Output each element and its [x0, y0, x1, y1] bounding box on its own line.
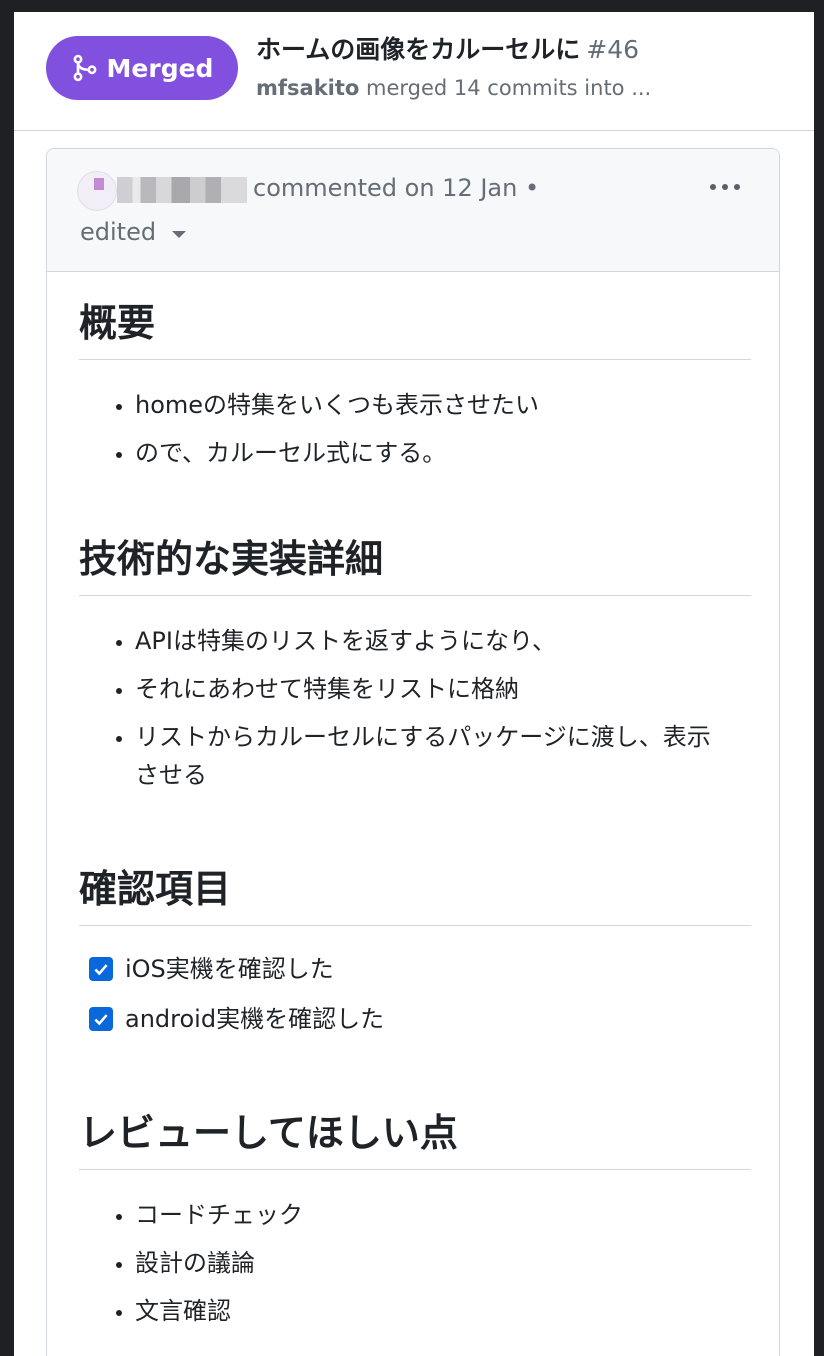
comment-timestamp[interactable]: commented on 12 Jan •: [253, 171, 539, 205]
kebab-horizontal-icon[interactable]: [705, 179, 745, 195]
list-item: ので、カルーセル式にする。: [135, 434, 751, 472]
comment-author-redacted[interactable]: [117, 177, 247, 203]
task-list-item: android実機を確認した: [89, 1000, 751, 1038]
git-merge-icon: [73, 54, 96, 82]
section-overview: 概要 homeの特集をいくつも表示させたい ので、カルーセル式にする。: [79, 297, 751, 482]
task-list: iOS実機を確認した android実機を確認した: [79, 950, 751, 1038]
list-item: APIは特集のリストを返すようになり、: [135, 622, 751, 660]
section-heading: 概要: [79, 297, 751, 360]
check-icon: [94, 964, 108, 976]
check-icon: [94, 1014, 108, 1026]
section-heading: レビューしてほしい点: [79, 1107, 751, 1170]
section-heading: 技術的な実装詳細: [79, 533, 751, 596]
task-checkbox[interactable]: [89, 1007, 113, 1031]
pr-title-row: ホームの画像をカルーセルに #46: [256, 32, 796, 68]
comment-header: commented on 12 Jan • edited: [47, 149, 779, 272]
browser-viewport: Merged ホームの画像をカルーセルに #46 mfsakito merged …: [14, 12, 814, 1356]
task-list-item: iOS実機を確認した: [89, 950, 751, 988]
section-checklist: 確認項目 iOS実機を確認した android実機を確認した: [79, 863, 751, 1050]
list-item: それにあわせて特集をリストに格納: [135, 670, 751, 708]
bullet-list: コードチェック 設計の議論 文言確認: [79, 1196, 751, 1330]
task-label: android実機を確認した: [125, 1005, 385, 1033]
pr-author-link[interactable]: mfsakito: [256, 76, 359, 100]
task-label: iOS実機を確認した: [125, 955, 334, 983]
pr-sticky-header: Merged ホームの画像をカルーセルに #46 mfsakito merged …: [14, 12, 814, 131]
pr-merge-summary: mfsakito merged 14 commits into ...: [256, 72, 786, 104]
triangle-down-icon: [172, 230, 187, 238]
list-item: homeの特集をいくつも表示させたい: [135, 386, 751, 424]
bullet-list: homeの特集をいくつも表示させたい ので、カルーセル式にする。: [79, 386, 751, 472]
pr-title[interactable]: ホームの画像をカルーセルに: [256, 35, 580, 64]
list-item: リストからカルーセルにするパッケージに渡し、表示させる: [135, 718, 751, 794]
pr-description-comment: commented on 12 Jan • edited 概要 homeの特集を…: [46, 148, 780, 1356]
section-review-points: レビューしてほしい点 コードチェック 設計の議論 文言確認: [79, 1107, 751, 1340]
edited-label: edited: [80, 218, 157, 246]
merged-badge-label: Merged: [106, 53, 214, 83]
bullet-list: APIは特集のリストを返すようになり、 それにあわせて特集をリストに格納 リスト…: [79, 622, 751, 794]
avatar[interactable]: [77, 171, 117, 211]
task-checkbox[interactable]: [89, 957, 113, 981]
list-item: コードチェック: [135, 1196, 751, 1234]
section-implementation: 技術的な実装詳細 APIは特集のリストを返すようになり、 それにあわせて特集をリ…: [79, 533, 751, 804]
pr-merge-summary-text: merged 14 commits into ...: [366, 76, 652, 100]
list-item: 文言確認: [135, 1292, 751, 1330]
section-heading: 確認項目: [79, 863, 751, 926]
merged-status-badge: Merged: [46, 36, 238, 100]
pr-number: #46: [586, 35, 640, 64]
edited-history-dropdown[interactable]: edited: [80, 215, 187, 249]
list-item: 設計の議論: [135, 1244, 751, 1282]
